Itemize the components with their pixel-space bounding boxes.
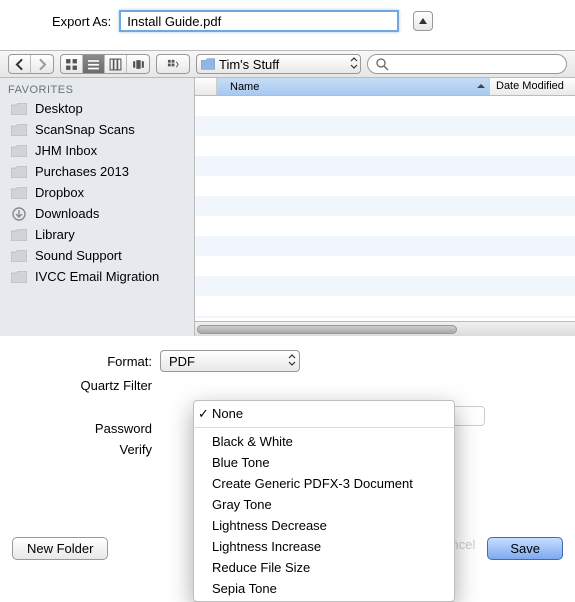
export-as-label: Export As: [52,14,111,29]
back-button[interactable] [9,55,31,73]
arrange-group[interactable] [156,54,190,74]
folder-icon [10,165,28,179]
quartz-option[interactable]: Sepia Tone [194,578,454,599]
password-label: Password [12,421,152,436]
sidebar-item[interactable]: Desktop [0,98,194,119]
folder-icon [10,228,28,242]
list-icon [87,58,100,71]
column-date-header[interactable]: Date Modified [490,78,575,95]
verify-label: Verify [12,442,152,457]
quartz-option[interactable]: Black & White [194,431,454,452]
nav-back-forward [8,54,54,74]
forward-button[interactable] [31,55,53,73]
grid-icon [65,58,78,71]
sidebar-item-label: JHM Inbox [35,143,97,158]
location-popup[interactable]: Tim's Stuff [196,54,361,74]
sidebar-item-label: ScanSnap Scans [35,122,135,137]
sidebar-item-label: Library [35,227,75,242]
updown-arrows-icon [288,354,296,366]
options-panel: Format: PDF Quartz Filter Password Verif… [0,336,575,570]
menu-separator [194,427,454,428]
sidebar-item[interactable]: ScanSnap Scans [0,119,194,140]
format-value: PDF [169,354,195,369]
format-label: Format: [12,354,152,369]
view-list-button[interactable] [83,55,105,73]
quartz-filter-label: Quartz Filter [12,378,152,393]
file-rows[interactable] [195,96,575,318]
folder-icon [10,270,28,284]
quartz-option[interactable]: Gray Tone [194,494,454,515]
sidebar-section-favorites: FAVORITES [0,78,194,98]
chevron-right-icon [36,58,49,71]
sidebar-item[interactable]: Dropbox [0,182,194,203]
horizontal-scrollbar[interactable] [195,321,575,336]
view-column-button[interactable] [105,55,127,73]
sort-asc-icon [477,82,485,90]
column-name-label: Name [230,81,259,93]
sidebar-item[interactable]: Downloads [0,203,194,224]
format-select[interactable]: PDF [160,350,300,372]
arrange-icon [167,58,180,71]
quartz-option[interactable]: Lightness Increase [194,536,454,557]
folder-icon [10,186,28,200]
save-button[interactable]: Save [487,537,563,560]
sidebar-item[interactable]: Sound Support [0,245,194,266]
view-coverflow-button[interactable] [127,55,149,73]
collapse-button[interactable] [413,11,433,31]
folder-icon [10,144,28,158]
chevron-left-icon [13,58,26,71]
column-spacer [195,78,217,95]
sidebar-item[interactable]: JHM Inbox [0,140,194,161]
folder-icon [10,249,28,263]
sidebar-item-label: Sound Support [35,248,122,263]
sidebar-item[interactable]: Library [0,224,194,245]
sidebar-item-label: Dropbox [35,185,84,200]
view-mode-group [60,54,150,74]
updown-arrows-icon [350,57,358,69]
toolbar: Tim's Stuff [0,50,575,78]
quartz-option[interactable]: Lightness Decrease [194,515,454,536]
quartz-option[interactable]: Reduce File Size [194,557,454,578]
scroll-thumb[interactable] [197,325,457,334]
folder-icon [10,102,28,116]
sidebar-item-label: Desktop [35,101,83,116]
sidebar-item-label: Purchases 2013 [35,164,129,179]
sidebar-item-label: IVCC Email Migration [35,269,159,284]
sidebar: FAVORITES Desktop ScanSnap Scans JHM Inbox… [0,78,195,336]
new-folder-button[interactable]: New Folder [12,537,108,560]
folder-icon [10,123,28,137]
folder-icon [201,58,215,70]
view-icon-button[interactable] [61,55,83,73]
column-name-header[interactable]: Name [217,78,490,95]
quartz-option[interactable]: Blue Tone [194,452,454,473]
triangle-up-icon [419,18,427,24]
location-label: Tim's Stuff [219,57,279,72]
coverflow-icon [132,58,145,71]
search-icon [376,58,389,71]
search-input[interactable] [367,54,567,74]
columns-icon [109,58,122,71]
quartz-filter-menu: None Black & WhiteBlue ToneCreate Generic… [193,400,455,602]
quartz-option[interactable]: Create Generic PDFX-3 Document [194,473,454,494]
filename-input[interactable] [119,10,399,32]
sidebar-item[interactable]: Purchases 2013 [0,161,194,182]
file-list: Name Date Modified [195,78,575,336]
sidebar-item[interactable]: IVCC Email Migration [0,266,194,287]
quartz-option[interactable]: None [194,403,454,424]
sidebar-item-label: Downloads [35,206,99,221]
download-icon [10,207,28,221]
